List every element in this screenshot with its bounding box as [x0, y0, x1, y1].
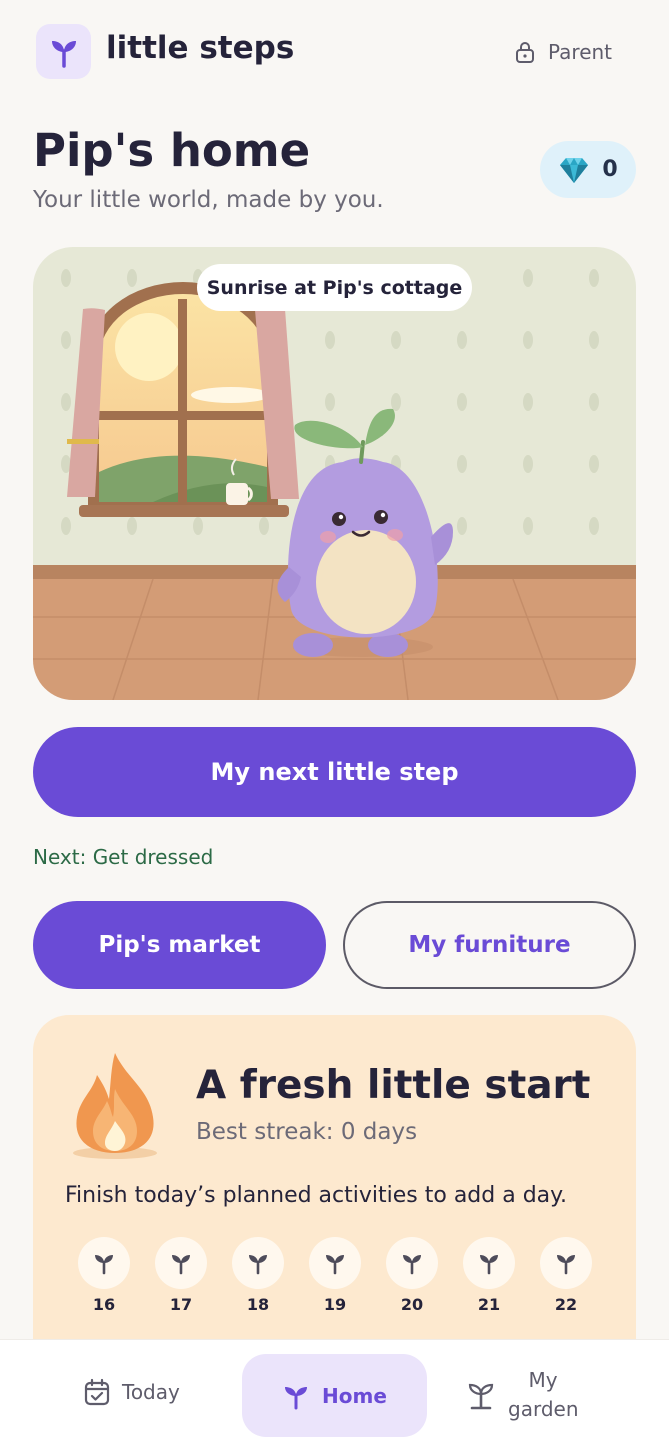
sprout-icon	[480, 1255, 498, 1275]
day-circle	[540, 1237, 592, 1289]
nav-today-label: Today	[122, 1380, 180, 1404]
streak-days: 16 17 18 19 20 21 22	[77, 1237, 593, 1314]
next-activity-text: Next: Get dressed	[33, 845, 214, 869]
day-number: 17	[169, 1295, 193, 1314]
day-number: 21	[477, 1295, 501, 1314]
sprout-icon	[51, 40, 76, 68]
nav-my-garden[interactable]: My garden	[466, 1366, 579, 1424]
nav-garden-label: My garden	[508, 1368, 579, 1421]
nav-home[interactable]: Home	[242, 1354, 427, 1437]
page-title: Pip's home	[33, 124, 311, 177]
day-circle	[309, 1237, 361, 1289]
best-streak-text: Best streak: 0 days	[196, 1119, 418, 1145]
market-button[interactable]: Pip's market	[33, 901, 326, 989]
page-subtitle: Your little world, made by you.	[33, 187, 384, 213]
day-number: 18	[246, 1295, 270, 1314]
day-item: 16	[77, 1237, 131, 1314]
day-item: 20	[385, 1237, 439, 1314]
day-circle	[463, 1237, 515, 1289]
parent-button[interactable]: Parent	[514, 34, 612, 70]
calendar-check-icon	[84, 1378, 110, 1406]
plant-icon	[468, 1383, 494, 1410]
day-item: 19	[308, 1237, 362, 1314]
room-illustration	[33, 247, 636, 700]
day-number: 20	[400, 1295, 424, 1314]
streak-card: A fresh little start Best streak: 0 days…	[33, 1015, 636, 1375]
day-item: 22	[539, 1237, 593, 1314]
lock-icon	[516, 42, 534, 63]
day-circle	[386, 1237, 438, 1289]
logo	[36, 24, 91, 79]
furniture-button[interactable]: My furniture	[343, 901, 636, 989]
sprout-icon	[285, 1386, 308, 1409]
nav-today[interactable]: Today	[84, 1378, 180, 1406]
day-number: 16	[92, 1295, 116, 1314]
sprout-icon	[557, 1255, 575, 1275]
sprout-icon	[326, 1255, 344, 1275]
day-item: 18	[231, 1237, 285, 1314]
day-number: 22	[554, 1295, 578, 1314]
nav-home-label: Home	[322, 1383, 387, 1408]
gem-icon	[560, 157, 589, 183]
fire-icon	[73, 1053, 157, 1159]
sprout-icon	[249, 1255, 267, 1275]
next-step-button[interactable]: My next little step	[33, 727, 636, 817]
home-scene	[33, 247, 636, 700]
day-circle	[155, 1237, 207, 1289]
day-number: 19	[323, 1295, 347, 1314]
streak-description: Finish today’s planned activities to add…	[65, 1183, 568, 1208]
parent-label: Parent	[548, 40, 613, 64]
scene-label: Sunrise at Pip's cottage	[197, 264, 472, 311]
app-header: little steps Parent	[0, 0, 669, 104]
gem-count: 0	[602, 157, 618, 182]
app-name: little steps	[106, 30, 295, 66]
sprout-icon	[95, 1255, 113, 1275]
day-circle	[232, 1237, 284, 1289]
day-item: 17	[154, 1237, 208, 1314]
sprout-icon	[172, 1255, 190, 1275]
day-item: 21	[462, 1237, 516, 1314]
gem-counter[interactable]: 0	[540, 141, 636, 198]
streak-title: A fresh little start	[196, 1063, 591, 1108]
day-circle	[78, 1237, 130, 1289]
sprout-icon	[403, 1255, 421, 1275]
bottom-nav: Today Home My garden	[0, 1339, 669, 1450]
